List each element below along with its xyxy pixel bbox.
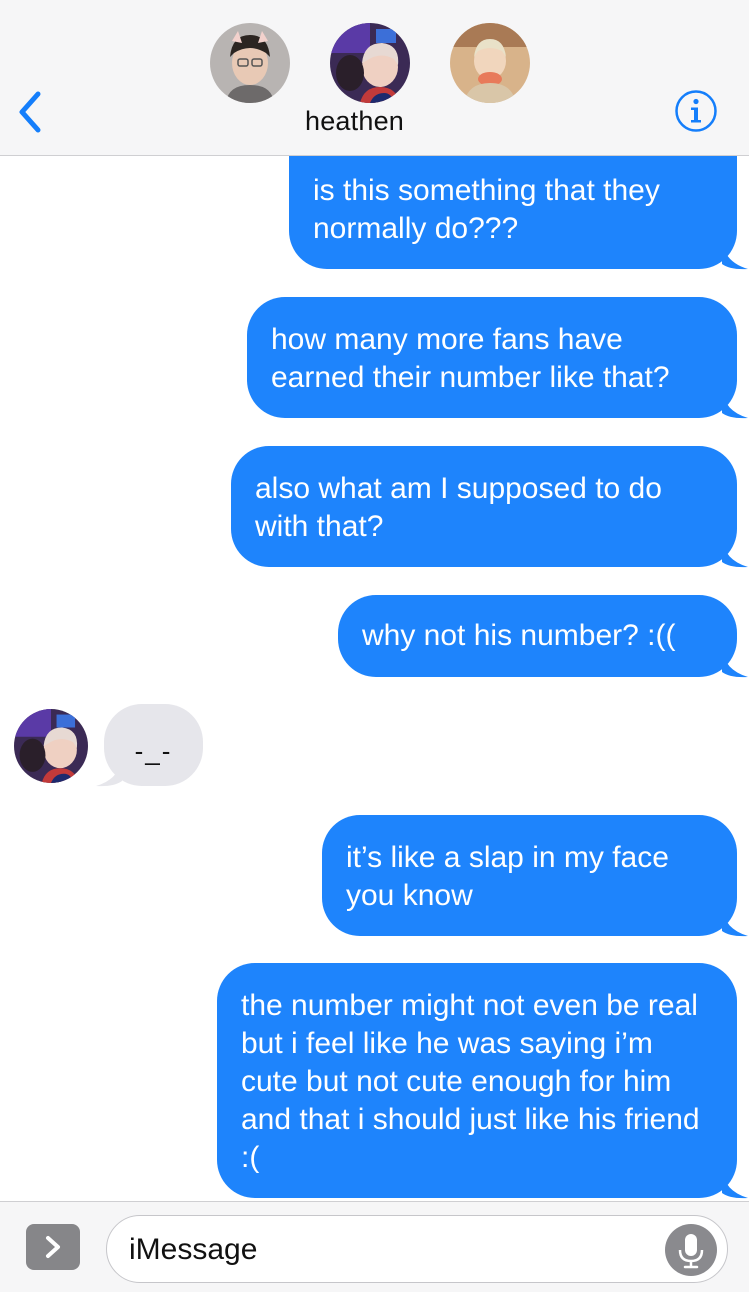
- message-bubble-incoming[interactable]: -_-: [104, 704, 203, 786]
- composer-bar: iMessage: [0, 1201, 749, 1292]
- bubble-tail: [722, 648, 748, 678]
- bubble-tail: [722, 538, 748, 568]
- microphone-icon: [678, 1234, 704, 1269]
- mic-button[interactable]: [665, 1224, 717, 1276]
- info-icon: [675, 90, 717, 132]
- info-button[interactable]: [674, 89, 718, 133]
- conversation-header: heathen: [0, 0, 749, 156]
- group-avatar-1[interactable]: [210, 23, 290, 103]
- bubble-tail: [722, 240, 748, 270]
- group-avatar-2[interactable]: [330, 23, 410, 103]
- group-avatar-3[interactable]: [450, 23, 530, 103]
- message-input-placeholder: iMessage: [129, 1233, 258, 1266]
- apps-button[interactable]: [26, 1224, 80, 1270]
- message-bubble-outgoing[interactable]: the number might not even be real but i …: [217, 963, 737, 1198]
- message-bubble-outgoing[interactable]: is this something that they normally do?…: [289, 156, 737, 269]
- message-bubble-outgoing[interactable]: how many more fans have earned their num…: [247, 297, 737, 418]
- message-input[interactable]: iMessage: [106, 1215, 728, 1283]
- bubble-tail: [722, 907, 748, 937]
- conversation-title[interactable]: heathen: [0, 106, 709, 137]
- bubble-tail: [722, 1169, 748, 1199]
- bubble-tail: [722, 389, 748, 419]
- message-bubble-outgoing[interactable]: also what am I supposed to do with that?: [231, 446, 737, 567]
- message-bubble-outgoing[interactable]: it’s like a slap in my face you know: [322, 815, 737, 936]
- chevron-right-icon: [46, 1236, 60, 1258]
- sender-avatar[interactable]: [14, 709, 88, 783]
- message-bubble-outgoing[interactable]: why not his number? :((: [338, 595, 737, 677]
